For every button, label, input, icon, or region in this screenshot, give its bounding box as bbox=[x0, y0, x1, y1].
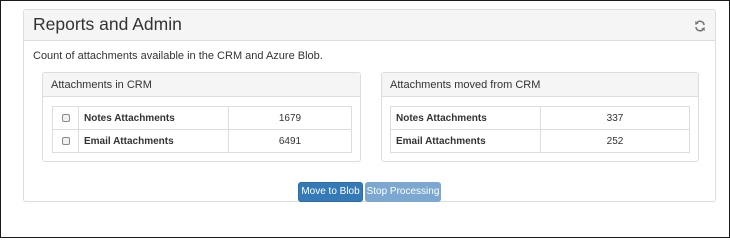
app-frame: Reports and Admin Count of attachments a… bbox=[0, 0, 730, 238]
crm-panel-heading: Attachments in CRM bbox=[43, 73, 360, 97]
move-to-blob-button[interactable]: Move to Blob bbox=[298, 182, 363, 202]
refresh-icon[interactable] bbox=[694, 19, 706, 32]
table-row: Notes Attachments 1679 bbox=[52, 106, 352, 130]
row-label: Notes Attachments bbox=[390, 106, 541, 130]
notes-checkbox[interactable] bbox=[61, 113, 70, 122]
stop-processing-button[interactable]: Stop Processing bbox=[365, 182, 441, 202]
row-count: 252 bbox=[540, 129, 690, 153]
email-checkbox[interactable] bbox=[61, 136, 70, 145]
crm-panel-title: Attachments in CRM bbox=[51, 79, 152, 91]
page-title: Reports and Admin bbox=[33, 14, 182, 34]
row-label: Email Attachments bbox=[390, 129, 541, 153]
row-count: 337 bbox=[540, 106, 690, 130]
reports-admin-panel: Reports and Admin Count of attachments a… bbox=[23, 9, 716, 202]
row-label: Email Attachments bbox=[78, 129, 229, 153]
moved-attachments-table: Notes Attachments 337 Email Attachments … bbox=[390, 106, 690, 153]
description-text: Count of attachments available in the CR… bbox=[33, 50, 323, 62]
panel-heading: Reports and Admin bbox=[24, 10, 715, 41]
row-count: 6491 bbox=[228, 129, 352, 153]
table-row: Email Attachments 6491 bbox=[52, 129, 352, 153]
table-row: Email Attachments 252 bbox=[390, 129, 690, 153]
moved-panel-title: Attachments moved from CRM bbox=[390, 79, 541, 91]
moved-panel-heading: Attachments moved from CRM bbox=[382, 73, 698, 97]
row-label: Notes Attachments bbox=[78, 106, 229, 130]
table-row: Notes Attachments 337 bbox=[390, 106, 690, 130]
crm-attachments-panel: Attachments in CRM Notes Attachments 167… bbox=[42, 72, 361, 162]
row-count: 1679 bbox=[228, 106, 352, 130]
crm-attachments-table: Notes Attachments 1679 Email Attachments… bbox=[52, 106, 352, 153]
moved-attachments-panel: Attachments moved from CRM Notes Attachm… bbox=[381, 72, 699, 162]
